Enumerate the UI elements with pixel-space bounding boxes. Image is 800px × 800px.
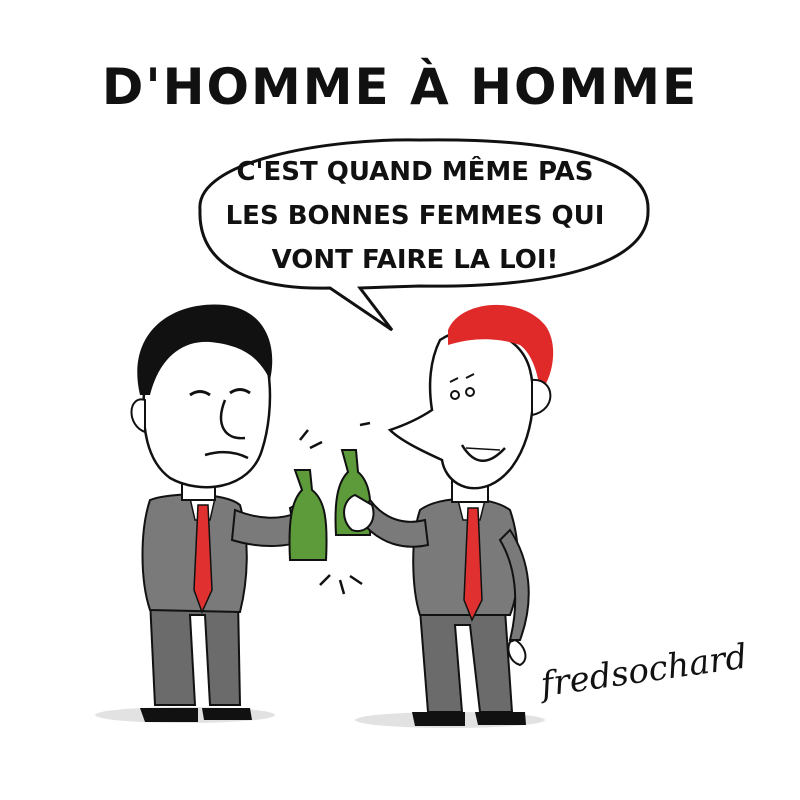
bottle-left — [288, 469, 328, 561]
speech-line: LES BONNES FEMMES QUI — [225, 201, 605, 231]
speech-line: VONT FAIRE LA LOI! — [271, 245, 559, 275]
cartoon: D'HOMME À HOMME C'EST QUAND MÊME PAS LES… — [0, 0, 800, 800]
speech-bubble-text: C'EST QUAND MÊME PAS LES BONNES FEMMES Q… — [205, 150, 625, 282]
right-man — [343, 304, 554, 726]
speech-line: C'EST QUAND MÊME PAS — [236, 157, 594, 187]
